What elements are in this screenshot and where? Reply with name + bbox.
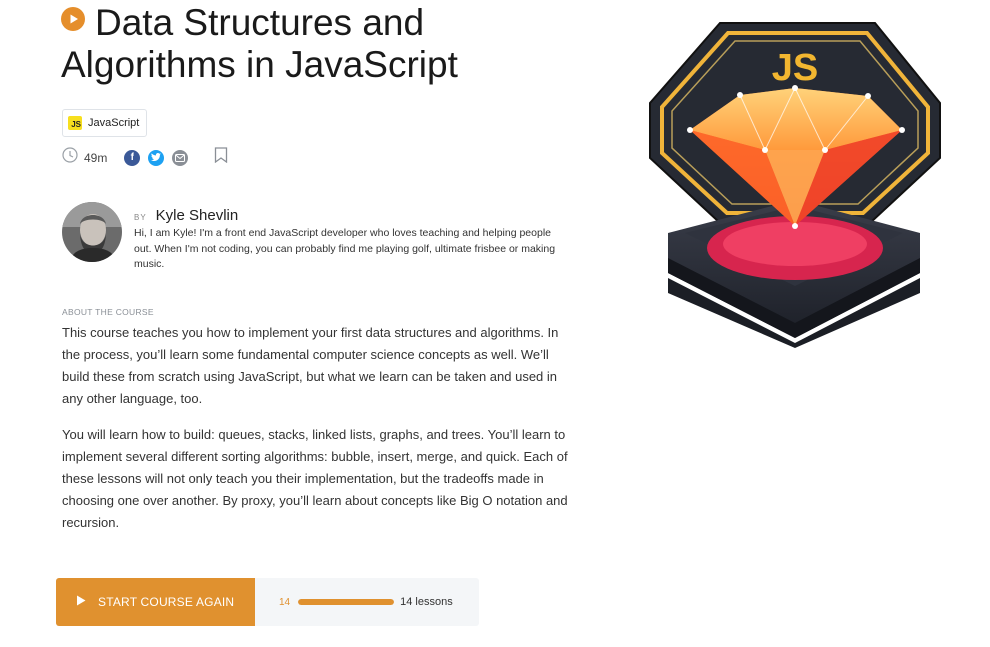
progress-bar-fill [298,599,395,605]
course-duration: 49m [84,150,108,165]
lesson-progress: 14 14 lessons [279,578,453,626]
svg-text:JS: JS [772,47,818,89]
facebook-icon[interactable]: f [124,149,141,166]
progress-total-label: 14 lessons [400,596,453,608]
progress-completed-count: 14 [279,596,291,608]
author-avatar[interactable] [62,202,122,262]
about-course-label: ABOUT THE COURSE [62,307,154,317]
clock-icon [62,147,78,168]
topic-tag-label: JavaScript [88,117,140,129]
javascript-logo-icon: JS [68,116,82,130]
email-icon[interactable] [172,149,189,166]
course-meta: 49m f [62,147,228,168]
course-title: Data Structures and Algorithms in JavaSc… [61,2,458,85]
author-bio: Hi, I am Kyle! I'm a front end JavaScrip… [134,227,556,270]
course-description-paragraph: This course teaches you how to implement… [62,325,559,406]
play-circle-icon [61,7,85,31]
course-illustration: JS [640,8,950,348]
bookmark-icon[interactable] [214,147,228,168]
twitter-icon[interactable] [148,149,165,166]
course-header: Data Structures and Algorithms in JavaSc… [61,2,601,86]
course-description-paragraph: You will learn how to build: queues, sta… [62,427,568,530]
start-course-label: START COURSE AGAIN [98,595,235,609]
start-course-button[interactable]: START COURSE AGAIN [56,578,255,626]
course-title-heading: Data Structures and Algorithms in JavaSc… [61,2,601,86]
author-name[interactable]: Kyle Shevlin [156,207,239,224]
topic-tag[interactable]: JS JavaScript [62,109,148,137]
progress-bar [298,599,395,605]
by-label: BY [134,213,147,222]
course-action-bar: START COURSE AGAIN 14 14 lessons [56,578,479,626]
author-byline: BY Kyle Shevlin [134,207,238,224]
play-icon [76,595,86,609]
